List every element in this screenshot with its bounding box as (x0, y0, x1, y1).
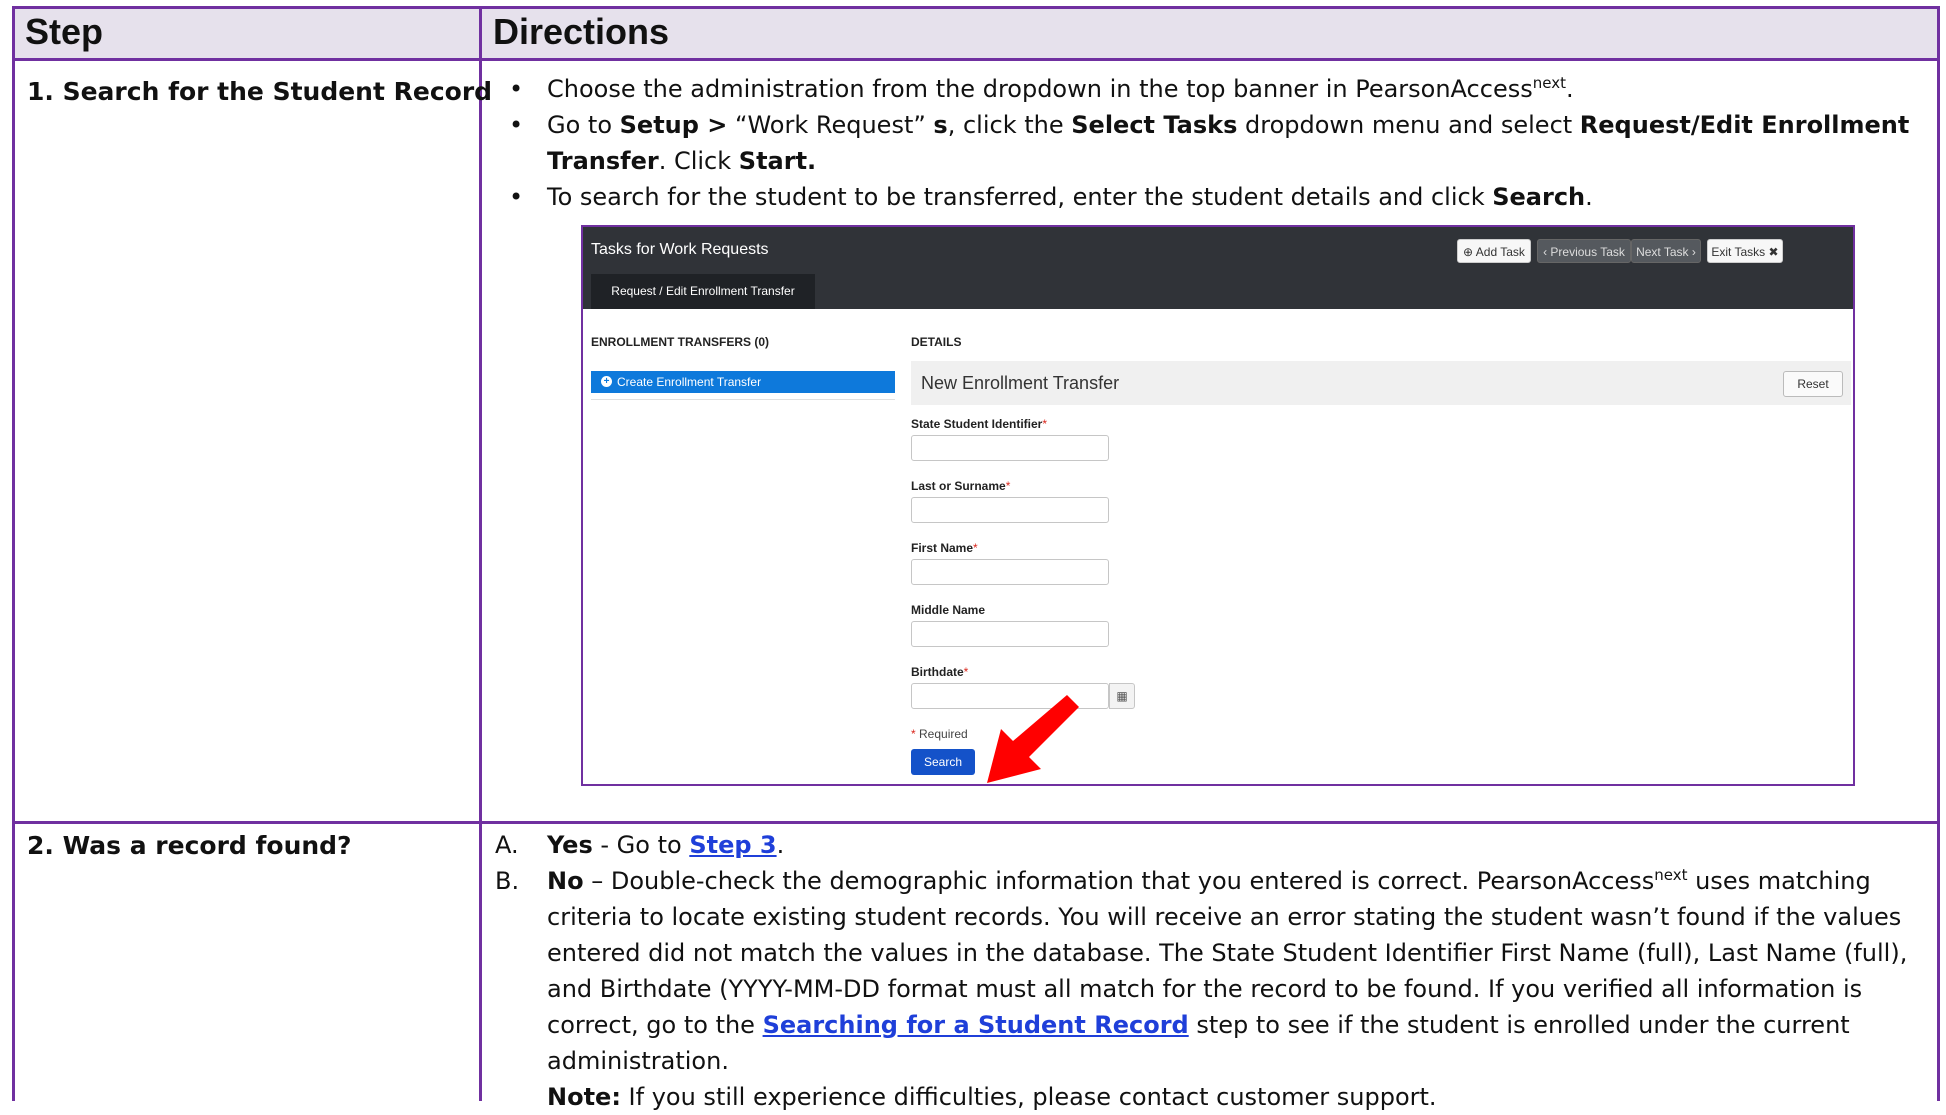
plus-circle-icon: ⊕ (1463, 245, 1474, 259)
tasks-title: Tasks for Work Requests (591, 241, 769, 258)
step-3-link[interactable]: Step 3 (689, 831, 776, 859)
details-heading: DETAILS (911, 335, 962, 349)
tasks-toolbar: Tasks for Work Requests ⊕ Add Task ‹ Pre… (583, 227, 1853, 309)
directions-table: Step Directions 1. Search for the Studen… (12, 6, 1940, 1111)
last-name-label: Last or Surname* (911, 479, 1011, 493)
step-1-label: 1. Search for the Student Record (27, 77, 493, 106)
chevron-left-icon: ‹ (1543, 245, 1548, 259)
middle-name-label: Middle Name (911, 603, 986, 617)
calendar-icon[interactable]: ▦ (1109, 683, 1135, 709)
step-2-options: A. Yes - Go to Step 3. B. No – Double-chec… (495, 827, 1935, 1115)
row-divider (15, 821, 1937, 824)
search-button[interactable]: Search (911, 749, 975, 775)
previous-task-button[interactable]: ‹ Previous Task (1537, 239, 1631, 263)
red-arrow-icon (987, 695, 1079, 783)
bullet-item: • Choose the administration from the drop… (495, 71, 1925, 107)
tab-request-edit-enrollment-transfer[interactable]: Request / Edit Enrollment Transfer (591, 274, 815, 309)
step-2-label: 2. Was a record found? (27, 831, 352, 860)
first-name-label: First Name* (911, 541, 978, 555)
next-task-button[interactable]: Next Task › (1631, 239, 1701, 263)
birthdate-label: Birthdate* (911, 665, 969, 679)
ssid-input[interactable] (911, 435, 1109, 461)
bullet-dot: • (509, 111, 524, 139)
required-note: * Required (911, 727, 968, 741)
option-b: B. No – Double-check the demographic info… (495, 866, 1908, 1111)
step-1-bullets: • Choose the administration from the drop… (495, 71, 1925, 215)
note-label: Note: (547, 1083, 621, 1111)
bullet-dot: • (509, 75, 524, 103)
list-divider (591, 399, 895, 400)
create-enrollment-transfer-button[interactable]: + Create Enrollment Transfer (591, 371, 895, 393)
last-name-input[interactable] (911, 497, 1109, 523)
column-divider (479, 9, 482, 1101)
close-icon: ✖ (1768, 245, 1779, 259)
document-page: Step Directions 1. Search for the Studen… (0, 0, 1946, 1111)
plus-circle-icon: + (601, 376, 612, 387)
details-header: New Enrollment Transfer Reset (911, 361, 1851, 405)
bullet-item: • To search for the student to be transfe… (495, 179, 1925, 215)
header-directions: Directions (493, 11, 670, 52)
bullet-item: • Go to Setup > “Work Request” s, click t… (495, 107, 1925, 179)
exit-tasks-button[interactable]: Exit Tasks ✖ (1707, 239, 1783, 263)
details-title: New Enrollment Transfer (921, 373, 1120, 393)
add-task-button[interactable]: ⊕ Add Task (1457, 239, 1531, 263)
middle-name-input[interactable] (911, 621, 1109, 647)
ssid-label: State Student Identifier* (911, 417, 1048, 431)
chevron-right-icon: › (1691, 245, 1696, 259)
embedded-screenshot: Tasks for Work Requests ⊕ Add Task ‹ Pre… (581, 225, 1855, 786)
option-a: A. Yes - Go to Step 3. (495, 831, 785, 859)
enrollment-transfers-heading: ENROLLMENT TRANSFERS (0) (591, 335, 769, 349)
reset-button[interactable]: Reset (1783, 371, 1843, 397)
searching-for-student-record-link[interactable]: Searching for a Student Record (763, 1011, 1189, 1039)
bullet-dot: • (509, 183, 524, 211)
first-name-input[interactable] (911, 559, 1109, 585)
header-step: Step (25, 11, 104, 52)
table-header-row: Step Directions (15, 9, 1937, 61)
